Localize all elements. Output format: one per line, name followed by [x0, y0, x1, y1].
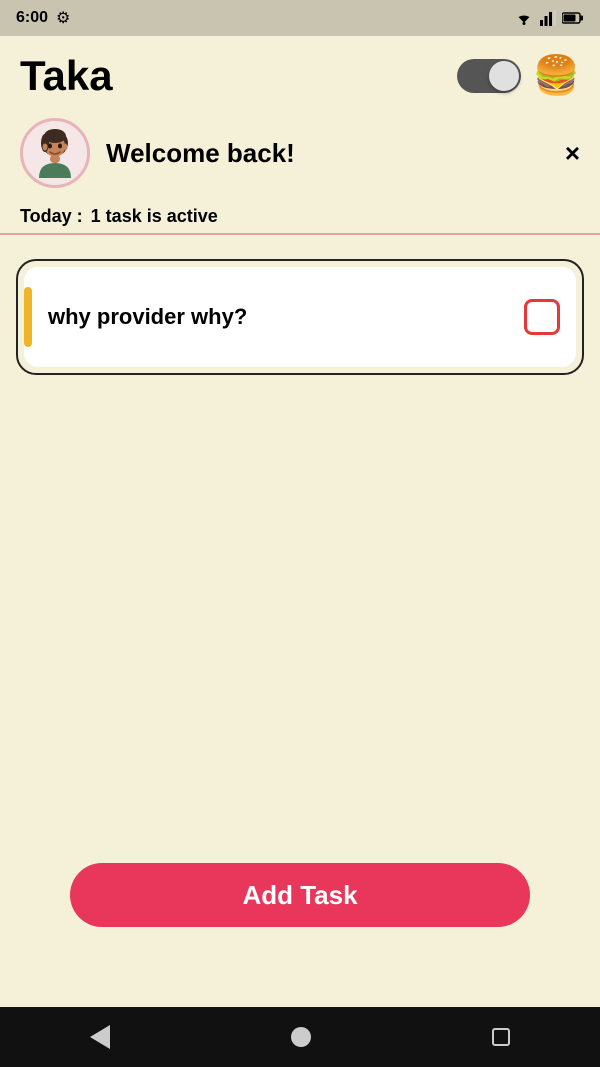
main-content: Taka 🍔 [0, 36, 600, 1007]
burger-menu-icon[interactable]: 🍔 [533, 54, 580, 98]
today-bar: Today : 1 task is active [0, 202, 600, 233]
task-count-text: 1 task is active [91, 206, 218, 227]
nav-back-button[interactable] [90, 1025, 110, 1049]
welcome-row: Welcome back! × [106, 138, 580, 169]
close-icon[interactable]: × [565, 140, 580, 166]
status-icons [514, 10, 584, 26]
task-card-wrapper: why provider why? [16, 259, 584, 375]
task-priority-indicator [24, 287, 32, 347]
toggle-knob [489, 61, 519, 91]
welcome-text-area: Welcome back! × [106, 138, 580, 169]
task-text: why provider why? [48, 304, 524, 330]
task-card: why provider why? [24, 267, 576, 367]
theme-toggle[interactable] [457, 59, 521, 93]
welcome-text: Welcome back! [106, 138, 295, 169]
status-time: 6:00 [16, 9, 48, 27]
gear-icon: ⚙ [56, 8, 70, 28]
signal-icon [540, 10, 556, 26]
app-title: Taka [20, 52, 113, 100]
nav-recent-button[interactable] [492, 1028, 510, 1046]
nav-home-button[interactable] [291, 1027, 311, 1047]
add-task-button[interactable]: Add Task [70, 863, 530, 927]
welcome-section: Welcome back! × [0, 108, 600, 202]
bottom-nav [0, 1007, 600, 1067]
avatar [20, 118, 90, 188]
wifi-icon [514, 10, 534, 26]
status-bar: 6:00 ⚙ [0, 0, 600, 36]
avatar-image [25, 123, 85, 183]
header-right: 🍔 [457, 54, 580, 98]
app-header: Taka 🍔 [0, 36, 600, 108]
task-checkbox[interactable] [524, 299, 560, 335]
battery-icon [562, 11, 584, 25]
divider [0, 233, 600, 235]
today-label: Today : [20, 206, 83, 227]
